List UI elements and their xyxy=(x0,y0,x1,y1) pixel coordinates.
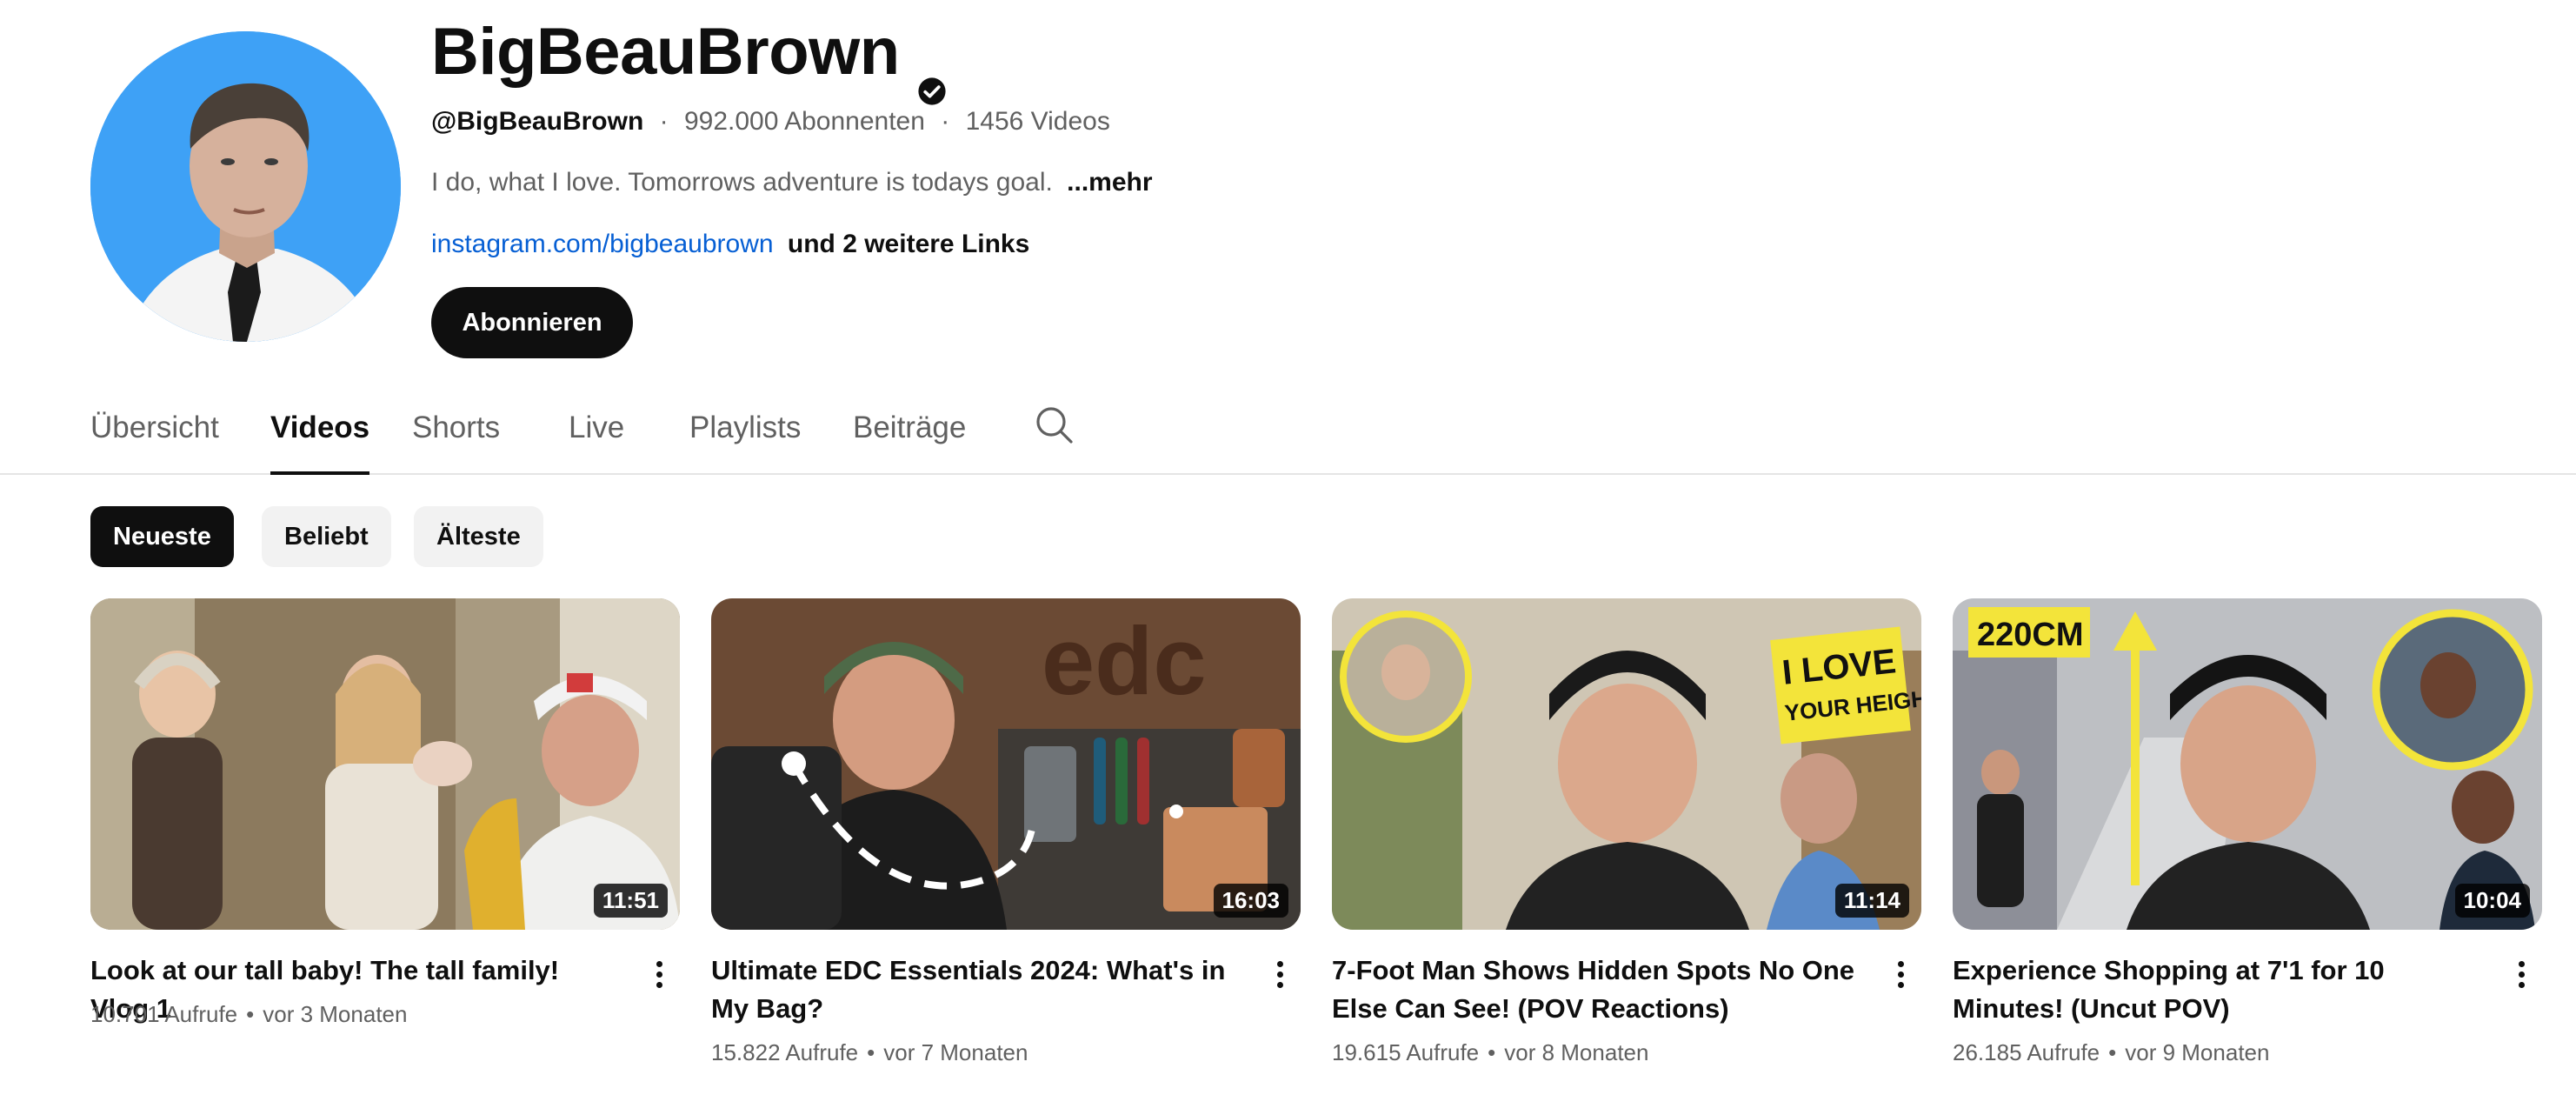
stats-separator: • xyxy=(867,1039,875,1065)
view-count: 10.701 Aufrufe xyxy=(90,1001,238,1027)
tab-playlists[interactable]: Playlists xyxy=(689,383,801,473)
verified-badge-icon xyxy=(917,41,947,105)
tab-shorts[interactable]: Shorts xyxy=(412,383,500,473)
more-options-icon[interactable] xyxy=(643,957,675,992)
channel-handle: @BigBeauBrown xyxy=(431,107,644,136)
view-count: 15.822 Aufrufe xyxy=(711,1039,859,1065)
upload-age: vor 7 Monaten xyxy=(883,1039,1028,1065)
video-title[interactable]: Ultimate EDC Essentials 2024: What's in … xyxy=(711,951,1241,1028)
stats-separator: • xyxy=(2108,1039,2117,1065)
channel-name-text: BigBeauBrown xyxy=(431,15,900,89)
video-duration: 16:03 xyxy=(1213,884,1288,918)
channel-links: instagram.com/bigbeaubrown und 2 weitere… xyxy=(431,224,1029,264)
more-options-icon[interactable] xyxy=(1885,957,1916,992)
more-link[interactable]: ...mehr xyxy=(1067,168,1152,197)
chip-newest[interactable]: Neueste xyxy=(90,506,234,567)
video-card[interactable]: edc 16:03 Ultimate EDC Essentials 2024: … xyxy=(711,598,1301,1065)
tab-overview[interactable]: Übersicht xyxy=(90,383,219,473)
video-title[interactable]: 7-Foot Man Shows Hidden Spots No One Els… xyxy=(1332,951,1862,1028)
subscriber-count: 992.000 Abonnenten xyxy=(683,107,925,136)
search-icon[interactable] xyxy=(1033,404,1075,445)
video-count: 1456 Videos xyxy=(965,107,1110,136)
view-count: 26.185 Aufrufe xyxy=(1953,1039,2100,1065)
stats-separator: • xyxy=(246,1001,255,1027)
instagram-link[interactable]: instagram.com/bigbeaubrown xyxy=(431,230,774,258)
upload-age: vor 8 Monaten xyxy=(1504,1039,1649,1065)
chip-oldest[interactable]: Älteste xyxy=(414,506,543,567)
video-card[interactable]: I LOVE YOUR HEIGHT 11:14 7-Foot Man Show… xyxy=(1332,598,1921,1065)
video-duration: 11:14 xyxy=(1834,884,1909,918)
view-count: 19.615 Aufrufe xyxy=(1332,1039,1480,1065)
meta-separator: · xyxy=(941,107,950,136)
video-card[interactable]: 220CM 10:04 Experience Shopping at 7'1 f… xyxy=(1953,598,2542,1065)
video-thumbnail[interactable]: edc 16:03 xyxy=(711,598,1301,930)
channel-avatar[interactable] xyxy=(90,31,401,342)
video-title[interactable]: Experience Shopping at 7'1 for 10 Minute… xyxy=(1953,951,2483,1028)
subscribe-button[interactable]: Abonnieren xyxy=(431,287,633,358)
channel-description[interactable]: I do, what I love. Tomorrows adventure i… xyxy=(431,164,1153,202)
meta-separator: · xyxy=(659,107,669,136)
video-stats: 19.615 Aufrufe • vor 8 Monaten xyxy=(1332,1037,1648,1068)
channel-tabs: Übersicht Videos Shorts Live Playlists B… xyxy=(0,383,2576,475)
video-duration: 10:04 xyxy=(2454,884,2530,918)
upload-age: vor 9 Monaten xyxy=(2125,1039,2270,1065)
chip-popular[interactable]: Beliebt xyxy=(262,506,391,567)
channel-meta: @BigBeauBrown · 992.000 Abonnenten · 145… xyxy=(431,103,1110,141)
stats-separator: • xyxy=(1488,1039,1496,1065)
tab-videos[interactable]: Videos xyxy=(270,383,370,475)
video-stats: 10.701 Aufrufe • vor 3 Monaten xyxy=(90,998,407,1030)
tab-live[interactable]: Live xyxy=(569,383,624,473)
more-options-icon[interactable] xyxy=(2506,957,2537,992)
video-stats: 15.822 Aufrufe • vor 7 Monaten xyxy=(711,1037,1028,1068)
thumbnail-text: edc xyxy=(1042,608,1207,715)
video-thumbnail[interactable]: 11:51 xyxy=(90,598,680,930)
tab-posts[interactable]: Beiträge xyxy=(853,383,966,473)
video-stats: 26.185 Aufrufe • vor 9 Monaten xyxy=(1953,1037,2269,1068)
channel-name: BigBeauBrown xyxy=(431,9,947,105)
description-text: I do, what I love. Tomorrows adventure i… xyxy=(431,168,1053,197)
video-thumbnail[interactable]: 220CM 10:04 xyxy=(1953,598,2542,930)
video-duration: 11:51 xyxy=(593,884,668,918)
video-card[interactable]: 11:51 Look at our tall baby! The tall fa… xyxy=(90,598,680,1027)
more-options-icon[interactable] xyxy=(1264,957,1295,992)
more-links-link[interactable]: und 2 weitere Links xyxy=(788,230,1029,258)
video-thumbnail[interactable]: I LOVE YOUR HEIGHT 11:14 xyxy=(1332,598,1921,930)
thumbnail-text: 220CM xyxy=(1977,617,2084,653)
upload-age: vor 3 Monaten xyxy=(263,1001,408,1027)
